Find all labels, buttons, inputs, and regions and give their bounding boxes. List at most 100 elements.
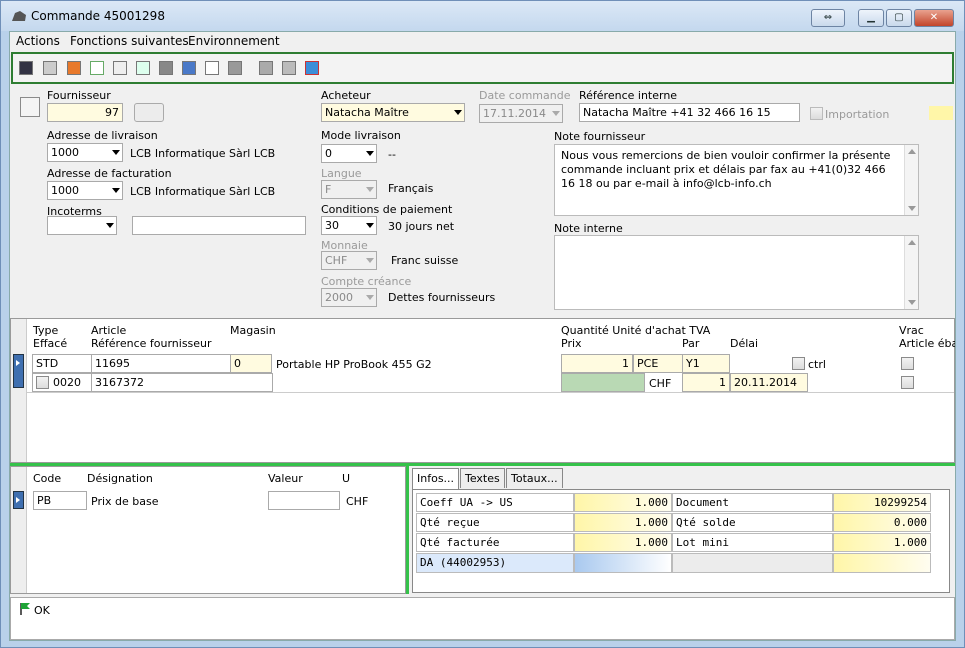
note-fournisseur-text: Nous vous remercions de bien vouloir con…: [561, 149, 891, 190]
col-vrac: Vrac: [899, 324, 924, 337]
mode-livraison-value: 0: [325, 147, 332, 160]
mode-livraison-select[interactable]: 0: [321, 144, 377, 163]
article-field[interactable]: 11695: [91, 354, 231, 373]
magasin-field[interactable]: 0: [230, 354, 272, 373]
title-bar: Commande 45001298 ⇔ ▁ ▢ ✕: [1, 1, 964, 31]
col-delai: Délai: [730, 337, 759, 350]
preview-icon[interactable]: [205, 61, 219, 75]
document-label: Document: [672, 493, 833, 512]
save-icon[interactable]: [19, 61, 33, 75]
scrollbar[interactable]: [904, 236, 918, 309]
coeff-value: 1.000: [574, 493, 672, 512]
app-icon: [12, 11, 26, 21]
attachment-icon[interactable]: [282, 61, 296, 75]
tab-totaux[interactable]: Totaux...: [506, 468, 563, 488]
chevron-down-icon: [366, 258, 374, 263]
note-interne-textarea[interactable]: [554, 235, 919, 310]
document-icon[interactable]: [43, 61, 57, 75]
da-link[interactable]: DA (44002953): [416, 553, 574, 573]
col-efface: Effacé: [33, 337, 68, 350]
toolbar: [11, 52, 954, 84]
acheteur-select[interactable]: Natacha Maître: [321, 103, 465, 122]
article-description: Portable HP ProBook 455 G2: [276, 358, 432, 371]
exit-icon[interactable]: [305, 61, 319, 75]
chevron-down-icon: [454, 110, 462, 115]
col-article-ebauche: Article éba: [899, 337, 955, 350]
chevron-down-icon: [112, 150, 120, 155]
par-field[interactable]: 1: [682, 373, 730, 392]
coeff-label: Coeff UA -> US: [416, 493, 574, 512]
vrac-checkbox[interactable]: [901, 357, 914, 370]
row-selector-icon[interactable]: [13, 354, 24, 388]
append-icon[interactable]: [113, 61, 127, 75]
scroll-up-icon[interactable]: [908, 149, 916, 154]
insert-icon[interactable]: [90, 61, 104, 75]
chevron-down-icon: [366, 223, 374, 228]
tva-field[interactable]: Y1: [682, 354, 730, 373]
ctrl-label: ctrl: [808, 358, 826, 371]
incoterms-text-field[interactable]: [132, 216, 306, 235]
menu-environnement[interactable]: Environnement: [188, 34, 280, 48]
facturation-select[interactable]: 1000: [47, 181, 123, 200]
scroll-up-icon[interactable]: [908, 240, 916, 245]
unit-field[interactable]: PCE: [633, 354, 683, 373]
reference-interne-label: Référence interne: [579, 89, 678, 102]
ctrl-checkbox[interactable]: [792, 357, 805, 370]
prix-field[interactable]: [561, 373, 645, 392]
delai-field[interactable]: 20.11.2014: [730, 373, 808, 392]
menu-fonctions-suivantes[interactable]: Fonctions suivantes: [70, 34, 189, 48]
fournisseur-field[interactable]: 97: [47, 103, 123, 122]
type-field[interactable]: STD: [32, 354, 92, 373]
cancel-icon[interactable]: [67, 61, 81, 75]
col-par: Par: [682, 337, 700, 350]
qte-solde-value: 0.000: [833, 513, 931, 532]
importation-label: Importation: [825, 108, 890, 121]
reference-fournisseur-field[interactable]: 3167372: [91, 373, 273, 392]
maximize-button[interactable]: ▢: [886, 9, 912, 27]
col-type: Type: [33, 324, 59, 337]
conditions-select[interactable]: 30: [321, 216, 377, 235]
reference-interne-field[interactable]: Natacha Maître +41 32 466 16 15: [579, 103, 800, 122]
minimize-button[interactable]: ▁: [858, 9, 884, 27]
livraison-select[interactable]: 1000: [47, 143, 123, 162]
close-button[interactable]: ✕: [914, 9, 954, 27]
checkbox-icon[interactable]: [136, 61, 150, 75]
document-icon[interactable]: [20, 97, 40, 117]
conditions-value: 30: [325, 219, 339, 232]
facturation-name: LCB Informatique Sàrl LCB: [130, 185, 276, 198]
scrollbar[interactable]: [904, 145, 918, 215]
col-prix: Prix: [561, 337, 582, 350]
stop-icon[interactable]: [159, 61, 173, 75]
quantity-field[interactable]: 1: [561, 354, 633, 373]
scroll-down-icon[interactable]: [908, 300, 916, 305]
incoterms-select[interactable]: [47, 216, 117, 235]
conditions-text: 30 jours net: [388, 220, 455, 233]
mode-livraison-label: Mode livraison: [321, 129, 401, 142]
valeur-field[interactable]: [268, 491, 340, 510]
livraison-label: Adresse de livraison: [47, 129, 158, 142]
note-fournisseur-textarea[interactable]: Nous vous remercions de bien vouloir con…: [554, 144, 919, 216]
importation-checkbox[interactable]: [810, 107, 823, 120]
article-ebauche-checkbox[interactable]: [901, 376, 914, 389]
comment-icon[interactable]: [259, 61, 273, 75]
chevron-down-icon: [552, 111, 560, 116]
client-area: Actions Fonctions suivantes Environnemen…: [9, 31, 956, 641]
tab-infos[interactable]: Infos...: [412, 468, 460, 490]
code-field[interactable]: PB: [33, 491, 87, 510]
row-selector-icon[interactable]: [13, 491, 24, 509]
print-icon[interactable]: [228, 61, 242, 75]
efface-checkbox[interactable]: [36, 376, 49, 389]
restore-size-button[interactable]: ⇔: [811, 9, 845, 27]
tab-textes[interactable]: Textes: [460, 468, 505, 488]
langue-text: Français: [388, 182, 434, 195]
scroll-down-icon[interactable]: [908, 206, 916, 211]
langue-value: F: [325, 183, 332, 196]
keyboard-icon[interactable]: [182, 61, 196, 75]
menu-actions[interactable]: Actions: [16, 34, 60, 48]
col-article: Article: [91, 324, 127, 337]
date-commande-select: 17.11.2014: [479, 104, 563, 123]
fournisseur-lookup-button[interactable]: [134, 103, 164, 122]
fournisseur-label: Fournisseur: [47, 89, 111, 102]
order-lines-panel: Type Effacé Article Référence fournisseu…: [10, 318, 955, 463]
unit-text: CHF: [346, 495, 369, 508]
